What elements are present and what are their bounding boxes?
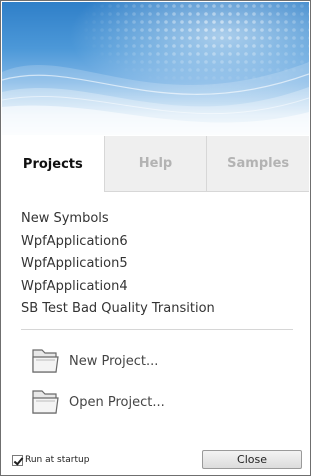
banner-graphic	[2, 2, 309, 135]
banner-image	[2, 2, 309, 135]
folder-icon	[32, 390, 59, 414]
run-at-startup-label: Run at startup	[25, 455, 90, 465]
recent-project-item[interactable]: WpfApplication5	[21, 253, 215, 276]
open-project-label: Open Project...	[69, 394, 165, 410]
folder-icon	[32, 349, 59, 373]
divider	[21, 329, 293, 330]
recent-project-item[interactable]: New Symbols	[21, 208, 215, 231]
recent-project-item[interactable]: WpfApplication6	[21, 231, 215, 254]
startup-dialog: Projects Help Samples New Symbols WpfApp…	[0, 0, 311, 476]
open-project-button[interactable]: Open Project...	[29, 385, 229, 419]
recent-project-item[interactable]: SB Test Bad Quality Transition	[21, 298, 215, 321]
new-project-label: New Project...	[69, 353, 159, 369]
tab-projects[interactable]: Projects	[2, 136, 104, 192]
tab-samples[interactable]: Samples	[206, 136, 310, 192]
tab-bar: Projects Help Samples	[2, 136, 310, 192]
run-at-startup-checkbox[interactable]	[12, 454, 23, 466]
recent-project-item[interactable]: WpfApplication4	[21, 276, 215, 299]
close-button[interactable]: Close	[202, 450, 302, 469]
run-at-startup[interactable]: Run at startup	[12, 452, 89, 468]
tab-help[interactable]: Help	[103, 136, 207, 192]
new-project-button[interactable]: New Project...	[29, 344, 229, 378]
recent-projects-list: New Symbols WpfApplication6 WpfApplicati…	[21, 208, 215, 321]
